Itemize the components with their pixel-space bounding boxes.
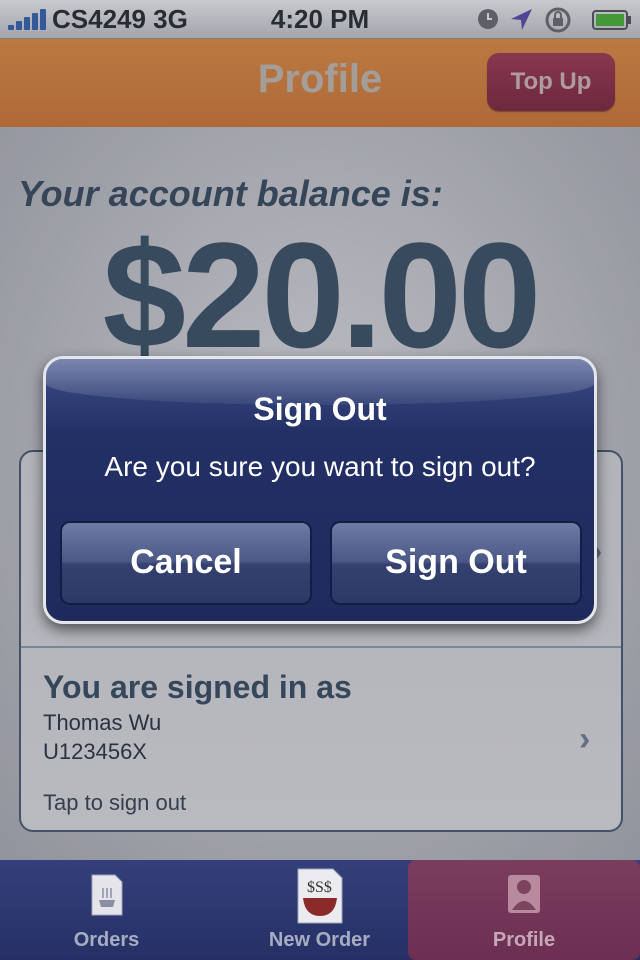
sign-out-alert: Sign Out Are you sure you want to sign o… xyxy=(43,356,597,624)
alert-message: Are you sure you want to sign out? xyxy=(104,451,536,482)
tab-label: New Order xyxy=(268,929,371,951)
tab-label: Profile xyxy=(492,929,556,951)
tab-new-order[interactable]: $S$ New Order xyxy=(213,860,426,960)
profile-icon xyxy=(508,875,540,913)
svg-text:$S$: $S$ xyxy=(307,879,332,896)
confirm-sign-out-button[interactable]: Sign Out xyxy=(330,521,582,605)
alert-title: Sign Out xyxy=(253,391,387,427)
tab-orders[interactable]: Orders xyxy=(0,860,213,960)
cancel-button[interactable]: Cancel xyxy=(60,521,312,605)
new-order-icon: $S$ xyxy=(297,868,342,924)
tab-bar: Orders $S$ New Order Profile xyxy=(0,860,640,960)
tab-profile[interactable]: Profile xyxy=(408,860,640,960)
orders-icon xyxy=(91,874,122,916)
tab-label: Orders xyxy=(73,929,140,951)
